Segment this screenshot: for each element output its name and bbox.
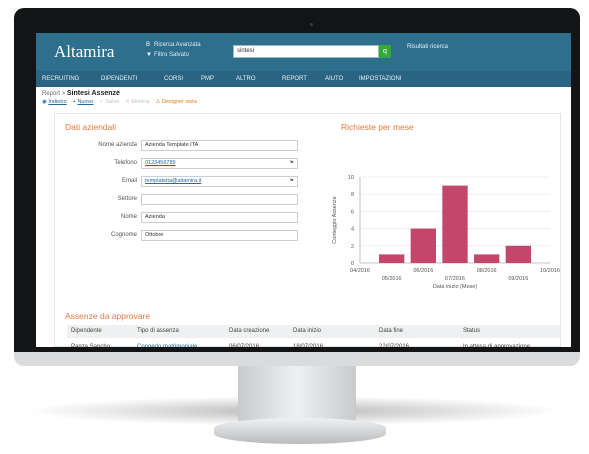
nav-item-altro[interactable]: ALTRO	[236, 71, 256, 87]
search-results-link[interactable]: Risultati ricerca	[407, 44, 448, 50]
field-label: Cognome	[110, 232, 137, 238]
y-axis-label: Conteggio Assenze	[332, 196, 338, 243]
chart-title: Richieste per mese	[341, 122, 414, 132]
monitor-stand-neck	[238, 366, 356, 422]
field-input-nome[interactable]: Azienda	[141, 212, 298, 223]
x-tick-label: 07/2016	[445, 276, 465, 282]
table-cell: 06/07/2016	[229, 344, 260, 347]
nav-item-impostazioni[interactable]: IMPOSTAZIONI	[359, 71, 402, 87]
toolbar: ◉ Indietro + Nuovo ✓ Salva ✕ Elimina ⚠ Desig…	[42, 99, 197, 105]
field-label: Settore	[117, 196, 137, 202]
field-label: Nome	[120, 214, 137, 220]
chart-bar	[442, 185, 468, 263]
field-value: Azienda	[145, 214, 165, 220]
action-label: Elimina	[131, 99, 150, 105]
chart-bar	[410, 228, 436, 263]
nav-item-dipendenti[interactable]: DIPENDENTI	[101, 71, 137, 87]
table-header: Dipendente Tipo di assenza Data creazione D…	[67, 325, 560, 338]
column-header[interactable]: Data fine	[379, 328, 403, 334]
search-icon: B	[146, 42, 151, 48]
action-nuovo[interactable]: + Nuovo	[73, 99, 94, 105]
field-value: templateita@altamira.it	[145, 178, 202, 184]
breadcrumb-separator: >	[60, 91, 67, 97]
requests-chart: 0 2 4 6 8 10 04/2016 05/2016 06/2016 07/2016 08/20…	[332, 175, 560, 290]
field-label: Telefono	[114, 160, 137, 166]
monitor-stand-base	[214, 418, 386, 444]
search-button[interactable]: q	[379, 45, 391, 58]
camera	[310, 23, 313, 26]
field-input-telefono[interactable]: 0123456789 ⚑	[141, 158, 298, 169]
chart-bar	[379, 254, 405, 263]
x-tick-label: 06/2016	[413, 268, 433, 274]
advanced-search-menu: B Ricerca Avanzata ▼ Filtro Salvato	[146, 40, 201, 60]
app-logo: Altamira	[54, 42, 115, 61]
x-tick-label: 04/2016	[350, 268, 370, 274]
x-tick-label: 10/2016	[540, 268, 560, 274]
field-label: Nome azienda	[98, 142, 137, 148]
chevron-down-icon: ▼	[146, 52, 152, 58]
action-indietro[interactable]: ◉ Indietro	[42, 99, 67, 105]
field-input-settore[interactable]	[141, 194, 298, 205]
nav-item-corsi[interactable]: CORSI	[164, 71, 183, 87]
field-value: Azienda Template ITA	[145, 142, 199, 148]
pin-icon[interactable]: ⚑	[290, 177, 294, 186]
chart-bar	[505, 245, 531, 263]
column-header[interactable]: Tipo di assenza	[137, 328, 179, 334]
advanced-search-link[interactable]: B Ricerca Avanzata	[146, 40, 201, 50]
field-input-email[interactable]: templateita@altamira.it ⚑	[141, 176, 298, 187]
action-elimina[interactable]: ✕ Elimina	[125, 99, 149, 105]
nav-item-aiuto[interactable]: AIUTO	[325, 71, 343, 87]
monitor-bezel: Altamira B Ricerca Avanzata ▼ Filtro Salva…	[14, 8, 580, 364]
breadcrumb-parent[interactable]: Report	[42, 91, 60, 97]
y-tick-label: 4	[351, 227, 354, 233]
field-input-cognome[interactable]: Ottobre	[141, 230, 298, 241]
field-value: 0123456789	[145, 160, 176, 166]
table-cell: In attesa di approvazione	[463, 344, 531, 347]
column-header[interactable]: Data creazione	[229, 328, 269, 334]
nav-item-recruiting[interactable]: RECRUITING	[42, 71, 79, 87]
column-header[interactable]: Dipendente	[71, 328, 102, 334]
page-title: Sintesi Assenze	[66, 90, 120, 97]
saved-filter-link[interactable]: ▼ Filtro Salvato	[146, 50, 201, 60]
y-tick-label: 0	[351, 261, 354, 267]
table-cell: 22/07/2016	[379, 344, 410, 347]
action-designer-vista[interactable]: ⚠ Designer vista	[155, 99, 196, 105]
y-tick-label: 10	[348, 175, 354, 181]
x-tick-label: 09/2016	[508, 276, 528, 282]
breadcrumb: Report > Sintesi Assenze	[42, 90, 120, 97]
company-section-title: Dati aziendali	[65, 122, 117, 132]
y-tick-label: 2	[351, 244, 354, 250]
x-axis-label: Data inizio (Mese)	[433, 284, 477, 290]
action-salva[interactable]: ✓ Salva	[99, 99, 119, 105]
y-tick-label: 8	[351, 192, 354, 198]
pin-icon[interactable]: ⚑	[290, 159, 294, 168]
field-input-nome-azienda[interactable]: Azienda Template ITA	[141, 140, 298, 151]
action-label: Designer vista	[161, 99, 197, 105]
chart-bar	[474, 254, 500, 263]
screen: Altamira B Ricerca Avanzata ▼ Filtro Salva…	[36, 33, 571, 347]
action-label: Nuovo	[77, 99, 94, 105]
y-tick-label: 6	[351, 209, 354, 215]
app-header: Altamira B Ricerca Avanzata ▼ Filtro Salva…	[36, 33, 571, 71]
action-label: Indietro	[48, 99, 67, 105]
nav-item-report[interactable]: REPORT	[282, 71, 307, 87]
approvals-title: Assenze da approvare	[65, 311, 151, 321]
table-cell: Panza Sancho	[71, 344, 111, 347]
field-value: Ottobre	[145, 232, 164, 238]
action-label: Salva	[105, 99, 120, 105]
search-icon: q	[383, 48, 387, 55]
main-nav: RECRUITING DIPENDENTI CORSI PMP ALTRO REPORT A…	[36, 71, 571, 87]
table-cell: 18/07/2016	[293, 344, 324, 347]
search-input[interactable]: sintesi	[233, 45, 379, 58]
table-row[interactable]: Panza Sancho Congedo matrimoniale 06/07/20…	[67, 341, 560, 347]
x-tick-label: 08/2016	[477, 268, 497, 274]
column-header[interactable]: Status	[463, 328, 480, 334]
nav-item-pmp[interactable]: PMP	[201, 71, 214, 87]
monitor-chin	[14, 352, 580, 366]
column-header[interactable]: Data inizio	[293, 328, 321, 334]
x-tick-label: 05/2016	[382, 276, 402, 282]
field-label: Email	[121, 178, 137, 184]
table-cell[interactable]: Congedo matrimoniale	[137, 344, 197, 347]
